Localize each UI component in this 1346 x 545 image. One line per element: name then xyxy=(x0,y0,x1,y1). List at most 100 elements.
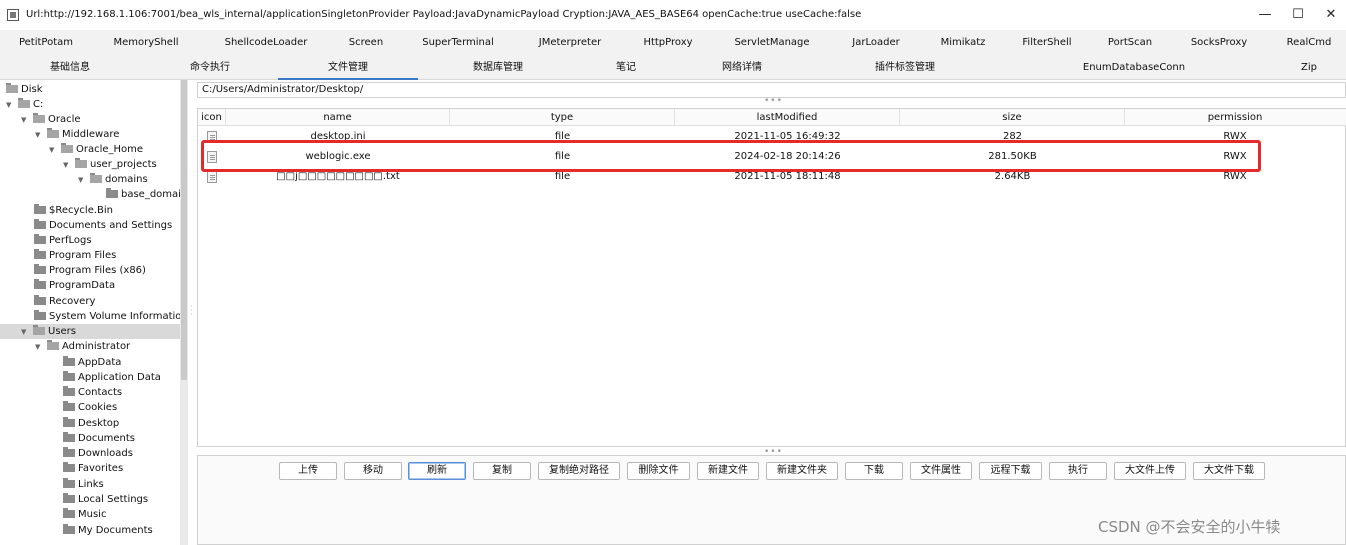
tab-shellcodeloader[interactable]: ShellcodeLoader xyxy=(210,30,322,55)
tree-item-documents-and-settings[interactable]: Documents and Settings xyxy=(34,218,172,233)
download-button[interactable]: 下载 xyxy=(845,462,903,480)
folder-icon xyxy=(106,188,118,198)
tree-item-domains[interactable]: ▼ domains xyxy=(78,172,148,187)
expand-icon[interactable]: ▼ xyxy=(78,173,86,188)
tab-petitpotam[interactable]: PetitPotam xyxy=(0,30,92,55)
tree-item-contacts[interactable]: Contacts xyxy=(63,385,122,400)
folder-icon xyxy=(63,462,75,472)
tree-item-oracle-home[interactable]: ▼ Oracle_Home xyxy=(49,142,143,157)
tree-item-c-drive[interactable]: ▼ C: xyxy=(6,97,43,112)
tree-item-favorites[interactable]: Favorites xyxy=(63,461,123,476)
tab-plugin-tags[interactable]: 插件标签管理 xyxy=(858,55,952,80)
expand-icon[interactable]: ▼ xyxy=(6,98,14,113)
large-file-download-button[interactable]: 大文件下载 xyxy=(1193,462,1265,480)
tree-item-disk[interactable]: Disk xyxy=(6,82,42,97)
tree-item-links[interactable]: Links xyxy=(63,477,104,492)
tree-item-my-documents[interactable]: My Documents xyxy=(63,523,153,538)
column-header-name[interactable]: name xyxy=(226,109,450,126)
expand-icon[interactable]: ▼ xyxy=(21,325,29,340)
tree-item-administrator[interactable]: ▼ Administrator xyxy=(35,339,130,354)
tree-item-base-domain[interactable]: base_domain xyxy=(106,187,187,202)
tree-item-system-volume-information[interactable]: System Volume Information xyxy=(34,309,187,324)
splitter-handle-top[interactable]: ••• xyxy=(764,96,783,106)
tab-jmeterpreter[interactable]: JMeterpreter xyxy=(524,30,616,55)
tree-item-user-projects[interactable]: ▼ user_projects xyxy=(63,157,157,172)
plugin-tab-bar: PetitPotam MemoryShell ShellcodeLoader S… xyxy=(0,30,1346,55)
column-header-type[interactable]: type xyxy=(450,109,675,126)
tab-portscan[interactable]: PortScan xyxy=(1098,30,1162,55)
folder-icon xyxy=(33,113,45,123)
tree-item-appdata[interactable]: AppData xyxy=(63,355,121,370)
new-file-button[interactable]: 新建文件 xyxy=(697,462,759,480)
expand-icon[interactable]: ▼ xyxy=(21,113,29,128)
copy-absolute-path-button[interactable]: 复制绝对路径 xyxy=(538,462,620,480)
tab-notes[interactable]: 笔记 xyxy=(596,55,656,80)
column-header-permission[interactable]: permission xyxy=(1125,109,1345,126)
tab-file-manager[interactable]: 文件管理 xyxy=(278,55,418,80)
tree-item-cookies[interactable]: Cookies xyxy=(63,400,117,415)
file-properties-button[interactable]: 文件属性 xyxy=(910,462,972,480)
tab-servletmanage[interactable]: ServletManage xyxy=(722,30,822,55)
tree-item-downloads[interactable]: Downloads xyxy=(63,446,133,461)
tab-socksproxy[interactable]: SocksProxy xyxy=(1180,30,1258,55)
tab-superterminal[interactable]: SuperTerminal xyxy=(412,30,504,55)
title-bar: Url:http://192.168.1.106:7001/bea_wls_in… xyxy=(0,0,1346,30)
window-title: Url:http://192.168.1.106:7001/bea_wls_in… xyxy=(26,9,862,20)
column-header-icon[interactable]: icon xyxy=(198,109,226,126)
tab-httpproxy[interactable]: HttpProxy xyxy=(632,30,704,55)
tab-screen[interactable]: Screen xyxy=(335,30,397,55)
tree-item-music[interactable]: Music xyxy=(63,507,106,522)
tree-scrollbar-thumb[interactable] xyxy=(181,80,187,380)
expand-icon[interactable]: ▼ xyxy=(49,143,57,158)
tree-item-recycle-bin[interactable]: $Recycle.Bin xyxy=(34,203,113,218)
tab-basic-info[interactable]: 基础信息 xyxy=(28,55,112,80)
tree-item-users[interactable]: ▼ Users xyxy=(0,324,180,339)
folder-icon xyxy=(90,173,102,183)
tab-command-exec[interactable]: 命令执行 xyxy=(168,55,252,80)
large-file-upload-button[interactable]: 大文件上传 xyxy=(1114,462,1186,480)
app-icon xyxy=(7,9,19,21)
refresh-button[interactable]: 刷新 xyxy=(408,462,466,480)
close-button[interactable]: ✕ xyxy=(1314,4,1346,26)
maximize-button[interactable]: ☐ xyxy=(1281,4,1315,26)
tab-network[interactable]: 网络详情 xyxy=(700,55,784,80)
tree-item-recovery[interactable]: Recovery xyxy=(34,294,95,309)
splitter-handle[interactable]: · · · xyxy=(190,303,194,319)
minimize-button[interactable]: — xyxy=(1248,4,1282,26)
move-button[interactable]: 移动 xyxy=(344,462,402,480)
folder-icon xyxy=(61,143,73,153)
execute-button[interactable]: 执行 xyxy=(1049,462,1107,480)
tree-item-perflogs[interactable]: PerfLogs xyxy=(34,233,92,248)
tab-memoryshell[interactable]: MemoryShell xyxy=(100,30,192,55)
tree-item-programdata[interactable]: ProgramData xyxy=(34,278,115,293)
tree-item-program-files[interactable]: Program Files xyxy=(34,248,116,263)
new-folder-button[interactable]: 新建文件夹 xyxy=(766,462,838,480)
tree-item-middleware[interactable]: ▼ Middleware xyxy=(35,127,119,142)
tree-item-desktop[interactable]: Desktop xyxy=(63,416,119,431)
folder-icon xyxy=(63,493,75,503)
column-header-size[interactable]: size xyxy=(900,109,1125,126)
expand-icon[interactable]: ▼ xyxy=(35,340,43,355)
directory-tree: Disk ▼ C: ▼ Oracle ▼ Middleware ▼ Oracle_Hom… xyxy=(0,80,188,545)
tree-item-local-settings[interactable]: Local Settings xyxy=(63,492,148,507)
expand-icon[interactable]: ▼ xyxy=(63,158,71,173)
tab-jarloader[interactable]: JarLoader xyxy=(840,30,912,55)
remote-download-button[interactable]: 远程下载 xyxy=(979,462,1042,480)
tree-item-oracle[interactable]: ▼ Oracle xyxy=(21,112,81,127)
tab-realcmd[interactable]: RealCmd xyxy=(1276,30,1342,55)
folder-icon xyxy=(63,508,75,518)
expand-icon[interactable]: ▼ xyxy=(35,128,43,143)
table-header: icon name type lastModified size permiss… xyxy=(198,109,1346,126)
upload-button[interactable]: 上传 xyxy=(279,462,337,480)
column-header-lastmodified[interactable]: lastModified xyxy=(675,109,900,126)
tab-mimikatz[interactable]: Mimikatz xyxy=(930,30,996,55)
tree-item-documents[interactable]: Documents xyxy=(63,431,135,446)
tree-item-application-data[interactable]: Application Data xyxy=(63,370,161,385)
delete-file-button[interactable]: 删除文件 xyxy=(627,462,690,480)
copy-button[interactable]: 复制 xyxy=(473,462,531,480)
tree-item-program-files-x86[interactable]: Program Files (x86) xyxy=(34,263,146,278)
tab-zip[interactable]: Zip xyxy=(1290,55,1328,80)
tab-filtershell[interactable]: FilterShell xyxy=(1012,30,1082,55)
tab-enumdatabaseconn[interactable]: EnumDatabaseConn xyxy=(1076,55,1192,80)
tab-database[interactable]: 数据库管理 xyxy=(450,55,546,80)
